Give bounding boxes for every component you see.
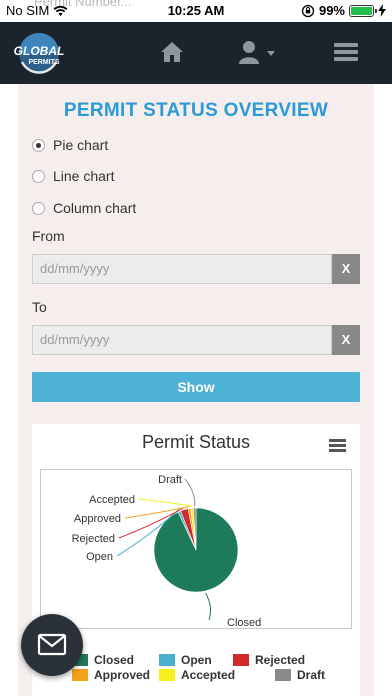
user-menu-icon[interactable]	[238, 40, 278, 64]
clear-to-button[interactable]: X	[332, 325, 360, 355]
legend-label: Approved	[94, 668, 151, 682]
status-bar: Permit Number... No SIM 10:25 AM 99%	[0, 0, 392, 22]
legend-label: Rejected	[255, 653, 306, 667]
status-right: 99%	[301, 3, 386, 18]
pie-connector-draft	[184, 478, 196, 507]
logo-word-permits: PERMITS	[28, 59, 59, 66]
plot-area: Closed Open Rejected Approved Accepted Draft	[40, 469, 352, 629]
radio-label: Column chart	[53, 200, 137, 216]
pie-connector-closed	[205, 592, 212, 621]
orientation-lock-icon	[301, 4, 315, 17]
radio-button[interactable]	[32, 169, 45, 183]
radio-button[interactable]	[32, 201, 45, 215]
pie-label-open: Open	[86, 551, 113, 563]
global-permits-logo[interactable]: GLOBAL PERMITS	[8, 30, 70, 76]
legend-item-rejected[interactable]: Rejected	[233, 653, 305, 667]
battery-percent: 99%	[318, 3, 345, 18]
battery-icon	[349, 4, 377, 17]
legend-item-open[interactable]: Open	[159, 653, 212, 667]
legend-item-draft[interactable]: Draft	[275, 668, 325, 682]
chart-menu-icon[interactable]	[329, 439, 346, 453]
legend-label: Closed	[94, 653, 135, 667]
to-date-input[interactable]: dd/mm/yyyy	[32, 325, 332, 355]
pie-label-accepted: Accepted	[89, 494, 135, 506]
pie-label-draft: Draft	[158, 474, 182, 486]
show-button[interactable]: Show	[32, 372, 360, 402]
top-nav: GLOBAL PERMITS	[0, 22, 392, 84]
radio-pie-chart[interactable]: Pie chart	[32, 137, 108, 153]
legend-label: Open	[181, 653, 212, 667]
pie-connector-accepted	[138, 498, 192, 507]
logo-word-global: GLOBAL	[14, 44, 65, 58]
radio-column-chart[interactable]: Column chart	[32, 200, 136, 216]
legend-swatch	[275, 669, 291, 681]
legend-swatch	[159, 654, 175, 666]
radio-line-chart[interactable]: Line chart	[32, 168, 114, 184]
radio-button[interactable]	[32, 138, 45, 152]
chart-title: Permit Status	[141, 432, 251, 452]
radio-label: Pie chart	[53, 137, 109, 153]
charging-icon	[378, 4, 386, 17]
clear-from-button[interactable]: X	[332, 254, 360, 284]
legend-item-accepted[interactable]: Accepted	[159, 668, 235, 682]
to-label: To	[32, 299, 47, 315]
legend-label: Accepted	[181, 668, 236, 682]
pie-label-approved: Approved	[74, 513, 121, 525]
page-title: PERMIT STATUS OVERVIEW	[63, 100, 329, 121]
legend-item-approved[interactable]: Approved	[72, 668, 150, 682]
pie-label-closed: Closed	[227, 617, 261, 628]
radio-label: Line chart	[53, 168, 115, 184]
mail-icon	[37, 633, 67, 656]
legend-swatch	[233, 654, 249, 666]
home-icon[interactable]	[160, 41, 184, 63]
from-label: From	[32, 228, 65, 244]
legend-label: Draft	[297, 668, 326, 682]
hamburger-menu-icon[interactable]	[334, 43, 358, 63]
from-date-input[interactable]: dd/mm/yyyy	[32, 254, 332, 284]
pie-chart: Closed Open Rejected Approved Accepted Draft	[72, 474, 262, 629]
main-panel: PERMIT STATUS OVERVIEW Pie chart Line ch…	[18, 84, 374, 696]
mail-fab-button[interactable]	[21, 614, 83, 676]
legend-swatch	[159, 669, 175, 681]
pie-label-rejected: Rejected	[72, 533, 115, 545]
